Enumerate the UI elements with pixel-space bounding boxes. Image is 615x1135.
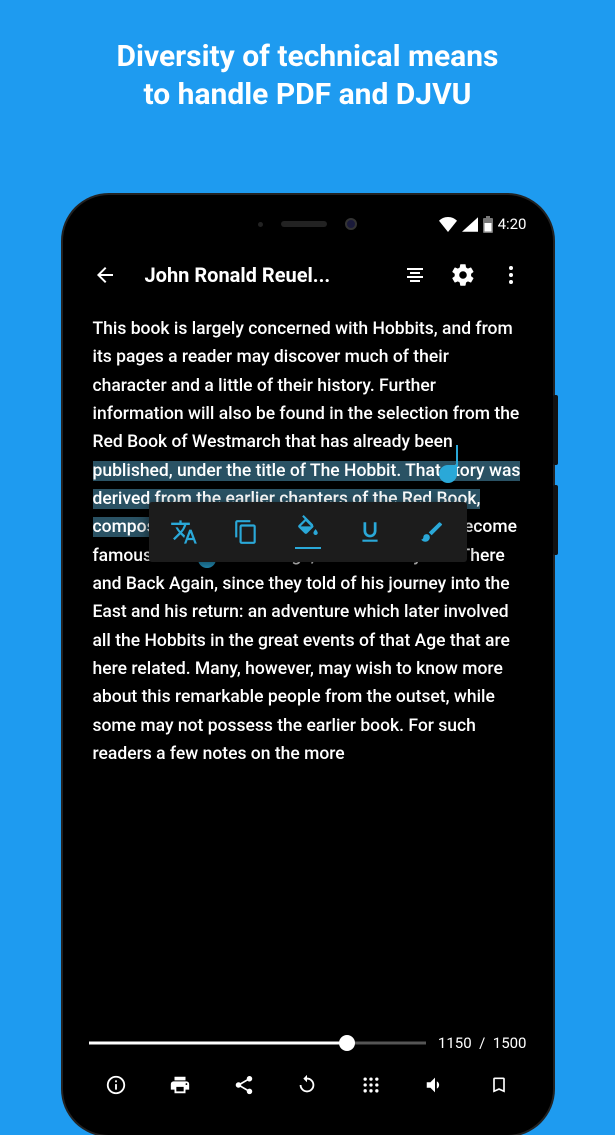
- phone-side-button: [553, 485, 558, 555]
- promo-headline: Diversity of technical means to handle P…: [0, 0, 615, 113]
- bookmark-button[interactable]: [477, 1063, 521, 1107]
- gear-icon: [450, 262, 476, 288]
- copy-button[interactable]: [215, 506, 277, 558]
- share-icon: [233, 1074, 255, 1096]
- more-button[interactable]: [489, 253, 533, 297]
- translate-button[interactable]: [153, 506, 215, 558]
- total-pages: 1500: [493, 1034, 527, 1052]
- reload-button[interactable]: [285, 1063, 329, 1107]
- phone-frame: 4:20 John Ronald Reuel... This book is l…: [63, 195, 553, 1135]
- signal-icon: [462, 217, 478, 232]
- back-arrow-icon: [93, 263, 117, 287]
- draw-button[interactable]: [401, 506, 463, 558]
- battery-icon: [483, 216, 493, 233]
- highlight-button[interactable]: [277, 506, 339, 558]
- text-align-icon: [403, 263, 427, 287]
- grid-icon: [361, 1075, 381, 1095]
- paint-bucket-icon: [295, 515, 321, 541]
- promo-line2: to handle PDF and DJVU: [144, 77, 472, 112]
- underline-icon: [357, 519, 383, 545]
- clock-text: 4:20: [498, 215, 527, 233]
- selection-toolbar: [149, 502, 467, 562]
- phone-screen: 4:20 John Ronald Reuel... This book is l…: [75, 207, 541, 1123]
- info-button[interactable]: [94, 1063, 138, 1107]
- progress-row: 1150 / 1500: [89, 1031, 527, 1055]
- phone-side-button: [553, 395, 558, 465]
- app-bar: John Ronald Reuel...: [75, 247, 541, 303]
- refresh-icon: [296, 1074, 318, 1096]
- grid-button[interactable]: [349, 1063, 393, 1107]
- settings-button[interactable]: [441, 253, 485, 297]
- wifi-icon: [439, 217, 457, 232]
- brush-icon: [419, 519, 445, 545]
- document-title: John Ronald Reuel...: [131, 263, 389, 287]
- bookmark-icon: [489, 1074, 509, 1096]
- underline-button[interactable]: [339, 506, 401, 558]
- volume-icon: [424, 1074, 446, 1096]
- translate-icon: [170, 518, 198, 546]
- text-align-button[interactable]: [393, 253, 437, 297]
- info-icon: [105, 1074, 127, 1096]
- phone-notch: [208, 207, 408, 241]
- reader-content[interactable]: This book is largely concerned with Hobb…: [75, 315, 541, 1013]
- print-button[interactable]: [158, 1063, 202, 1107]
- volume-button[interactable]: [413, 1063, 457, 1107]
- promo-line1: Diversity of technical means: [117, 39, 499, 74]
- share-button[interactable]: [222, 1063, 266, 1107]
- bottom-toolbar: [75, 1061, 541, 1109]
- current-page: 1150: [438, 1034, 472, 1052]
- copy-icon: [233, 519, 259, 545]
- text-before-selection: This book is largely concerned with Hobb…: [93, 319, 520, 452]
- print-icon: [169, 1074, 191, 1096]
- slider-thumb[interactable]: [339, 1035, 355, 1051]
- more-vertical-icon: [499, 263, 523, 287]
- page-counter: 1150 / 1500: [438, 1034, 527, 1052]
- page-slider[interactable]: [89, 1031, 426, 1055]
- back-button[interactable]: [83, 253, 127, 297]
- slider-fill: [89, 1042, 348, 1045]
